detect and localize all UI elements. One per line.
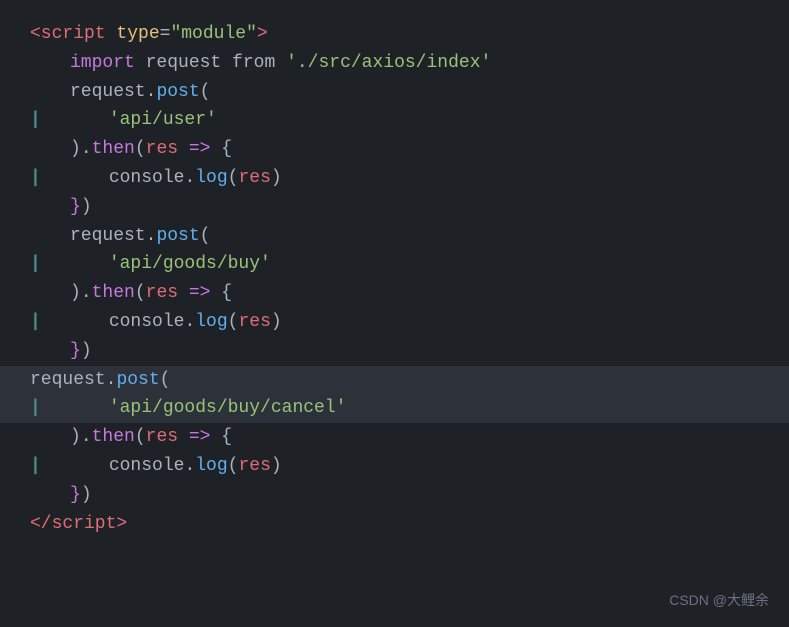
code-line-16: |console.log(res) — [30, 452, 759, 481]
code-line-8: request.post( — [70, 222, 759, 251]
import-path: './src/axios/index' — [286, 49, 491, 78]
code-line-2: import request from './src/axios/index' — [70, 49, 759, 78]
vertical-bar: | — [30, 308, 41, 337]
vertical-bar: | — [30, 164, 41, 193]
code-line-17: }) — [70, 481, 759, 510]
code-line-13: request.post( — [0, 366, 789, 395]
code-line-5: ).then(res => { — [70, 135, 759, 164]
code-line-9: | 'api/goods/buy' — [30, 250, 759, 279]
code-line-4: | 'api/user' — [30, 106, 759, 135]
code-line-14: | 'api/goods/buy/cancel' — [0, 394, 789, 423]
api-path-1: 'api/user' — [109, 106, 217, 135]
vertical-bar: | — [30, 106, 41, 135]
vertical-bar: | — [30, 452, 41, 481]
code-line-10: ).then(res => { — [70, 279, 759, 308]
code-block: <script type="module"> import request fr… — [0, 0, 789, 627]
watermark: CSDN @大鲤余 — [669, 589, 769, 611]
code-line-1: <script type="module"> — [30, 20, 759, 49]
attr-type: type — [116, 20, 159, 49]
tag-open: <script — [30, 20, 116, 49]
close-bracket: } — [70, 193, 81, 222]
method-post: post — [156, 78, 199, 107]
code-line-15: ).then(res => { — [70, 423, 759, 452]
code-line-11: |console.log(res) — [30, 308, 759, 337]
keyword-import: import — [70, 49, 146, 78]
func-log: log — [195, 164, 227, 193]
code-line-3: request.post( — [70, 78, 759, 107]
vertical-bar: | — [30, 250, 41, 279]
code-line-6: |console.log(res) — [30, 164, 759, 193]
param-res: res — [146, 135, 178, 164]
api-path-3: 'api/goods/buy/cancel' — [109, 394, 347, 423]
attr-value: "module" — [170, 20, 256, 49]
keyword-then: then — [92, 135, 135, 164]
code-line-18: </script> — [30, 510, 759, 539]
vertical-bar: | — [30, 394, 41, 423]
api-path-2: 'api/goods/buy' — [109, 250, 271, 279]
closing-tag: </script> — [30, 510, 127, 539]
code-line-12: }) — [70, 337, 759, 366]
code-line-7: }) — [70, 193, 759, 222]
